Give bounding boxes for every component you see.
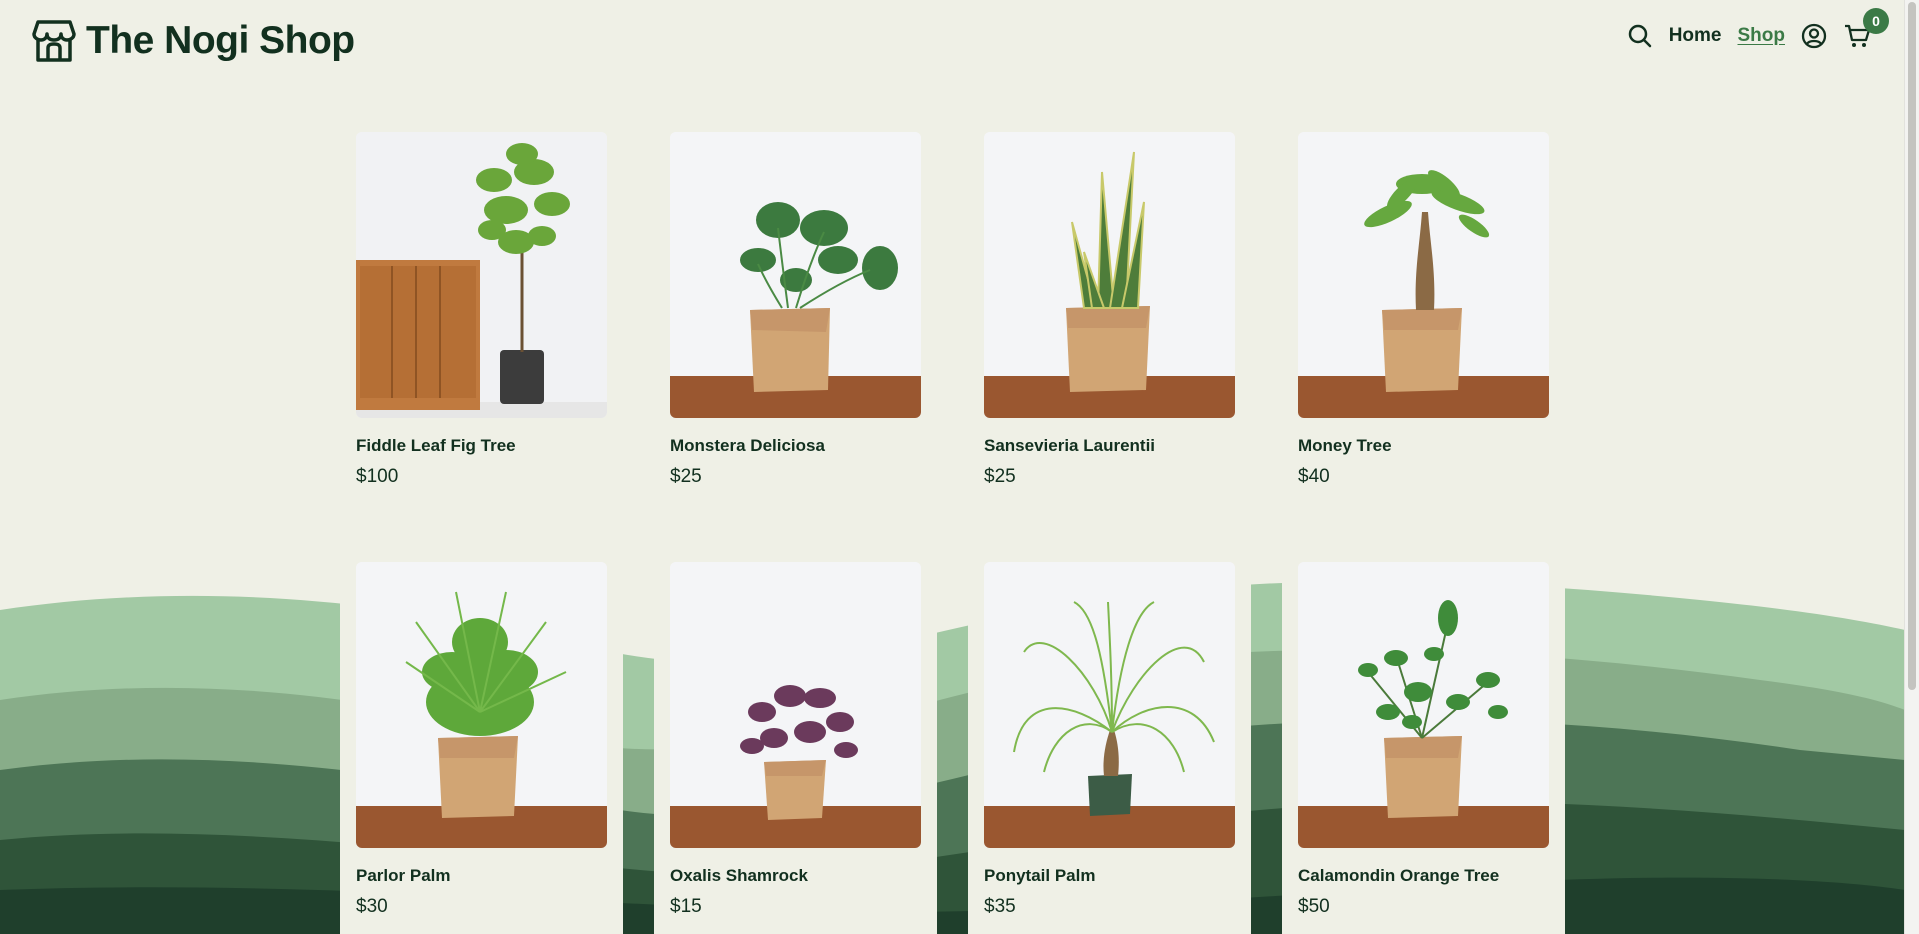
product-image[interactable] [356,562,607,848]
cart-button[interactable]: 0 [1843,8,1889,50]
storefront-icon [32,20,76,62]
product-image[interactable] [670,562,921,848]
scrollbar-thumb[interactable] [1908,2,1916,690]
product-name[interactable]: Calamondin Orange Tree [1298,866,1549,886]
product-row: Parlor Palm $30 Oxalis Shamrock $15 Pony… [340,562,1612,934]
account-icon[interactable] [1801,23,1827,49]
product-card[interactable]: Sansevieria Laurentii $25 [984,132,1235,488]
nav-shop-link[interactable]: Shop [1738,25,1786,47]
site-header: The Nogi Shop Home Shop 0 [0,0,1905,82]
product-name[interactable]: Fiddle Leaf Fig Tree [356,436,607,456]
main-nav: Home Shop 0 [1627,8,1889,50]
product-card[interactable]: Money Tree $40 [1298,132,1549,488]
product-price: $40 [1298,466,1330,487]
product-name[interactable]: Ponytail Palm [984,866,1235,886]
product-row: Fiddle Leaf Fig Tree $100 Monstera Delic… [356,132,1612,488]
cart-count-badge: 0 [1863,8,1889,34]
product-name[interactable]: Parlor Palm [356,866,607,886]
product-image[interactable] [984,562,1235,848]
product-price: $25 [670,466,702,487]
nav-home-link[interactable]: Home [1669,25,1722,47]
product-card[interactable]: Monstera Deliciosa $25 [670,132,921,488]
product-card[interactable]: Calamondin Orange Tree $50 [1282,562,1565,934]
product-price: $100 [356,466,399,487]
product-name[interactable]: Monstera Deliciosa [670,436,921,456]
product-image[interactable] [984,132,1235,418]
product-card[interactable]: Parlor Palm $30 [340,562,623,934]
product-name[interactable]: Money Tree [1298,436,1549,456]
product-image[interactable] [356,132,607,418]
product-price: $25 [984,466,1016,487]
product-image[interactable] [1298,562,1549,848]
product-name[interactable]: Oxalis Shamrock [670,866,921,886]
product-image[interactable] [1298,132,1549,418]
product-price: $15 [670,896,702,917]
product-name[interactable]: Sansevieria Laurentii [984,436,1235,456]
product-card[interactable]: Oxalis Shamrock $15 [654,562,937,934]
product-price: $35 [984,896,1016,917]
product-image[interactable] [670,132,921,418]
product-card[interactable]: Ponytail Palm $35 [968,562,1251,934]
search-icon[interactable] [1627,23,1653,49]
product-price: $30 [356,896,388,917]
brand-logo[interactable]: The Nogi Shop [32,18,355,64]
product-card[interactable]: Fiddle Leaf Fig Tree $100 [356,132,607,488]
brand-name: The Nogi Shop [86,19,355,62]
product-price: $50 [1298,896,1330,917]
page-scrollbar[interactable] [1904,0,1919,934]
